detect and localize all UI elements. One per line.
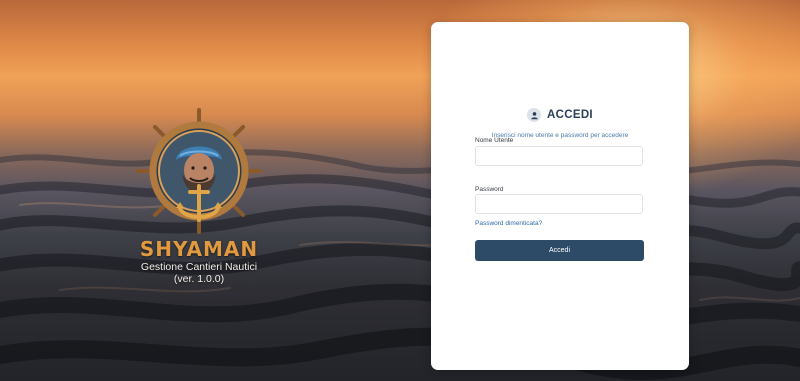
username-label: Nome Utente <box>475 137 514 144</box>
brand-name: SHYAMAN <box>139 237 259 261</box>
password-input[interactable] <box>475 194 643 214</box>
login-title: ACCEDI <box>547 109 593 121</box>
login-header: ACCEDI <box>431 108 689 122</box>
username-input[interactable] <box>475 146 643 166</box>
brand-subtitle: Gestione Cantieri Nautici <box>140 261 258 273</box>
login-submit-button[interactable]: Accedi <box>475 240 644 261</box>
user-icon <box>527 108 542 122</box>
app-version: (ver. 1.0.0) <box>173 273 225 285</box>
sailor-helm-anchor-emblem-icon <box>136 108 262 234</box>
forgot-password-link[interactable]: Password dimenticata? <box>475 220 542 227</box>
login-card: ACCEDI Inserisci nome utente e password … <box>431 22 689 370</box>
login-page: SHYAMAN Gestione Cantieri Nautici (ver. … <box>0 0 800 381</box>
password-label: Password <box>475 186 504 193</box>
brand-block: SHYAMAN Gestione Cantieri Nautici (ver. … <box>118 108 280 285</box>
login-subtitle: Inserisci nome utente e password per acc… <box>491 132 629 139</box>
